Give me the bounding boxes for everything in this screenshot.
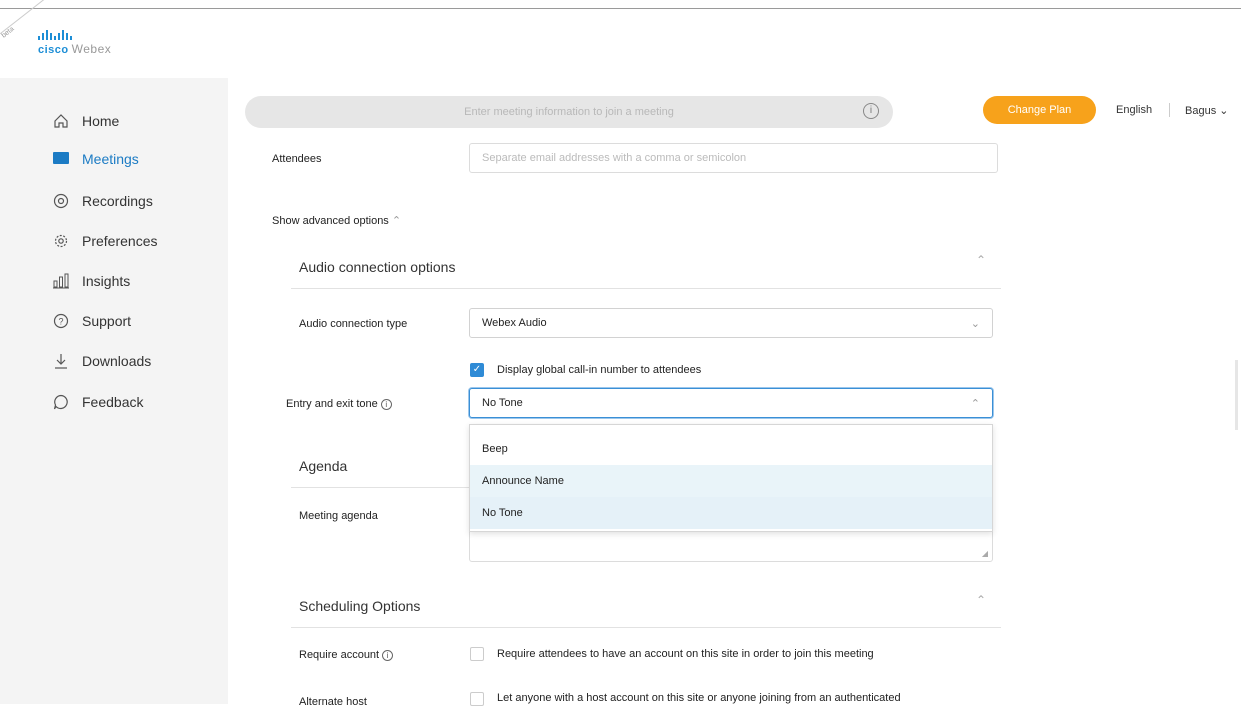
gear-icon [52,232,70,250]
attendees-placeholder: Separate email addresses with a comma or… [482,152,747,164]
meetings-icon [52,150,70,168]
collapse-audio-chevron-icon[interactable]: ⌃ [976,253,986,267]
user-menu[interactable]: Bagus ⌄ [1185,104,1228,117]
advanced-options-label: Show advanced options [272,215,389,227]
recordings-icon [52,192,70,210]
alternate-host-text: Let anyone with a host account on this s… [497,692,901,704]
sidebar-item-label: Preferences [82,233,158,249]
global-callin-label: Display global call-in number to attende… [497,364,702,376]
scrollbar[interactable] [1235,360,1238,430]
global-callin-checkbox[interactable]: ✓ [470,363,484,377]
user-name: Bagus [1185,105,1217,117]
audio-section-title: Audio connection options [299,259,456,275]
sidebar-item-preferences[interactable]: Preferences [52,230,157,252]
alternate-host-label: Alternate host [299,696,367,708]
sidebar-item-downloads[interactable]: Downloads [52,350,151,372]
advanced-options-toggle[interactable]: Show advanced options ⌃ [272,214,401,227]
info-icon[interactable]: i [382,650,394,661]
require-account-text: Require attendees to have an account on … [497,648,874,660]
resize-handle-icon[interactable]: ◢ [982,549,988,558]
attendees-input[interactable]: Separate email addresses with a comma or… [469,143,998,173]
sidebar-item-meetings[interactable]: Meetings [52,148,139,170]
scheduling-section-title: Scheduling Options [299,598,421,614]
sidebar-item-support[interactable]: ? Support [52,310,131,332]
tone-option-announce-name[interactable]: Announce Name [470,465,992,497]
svg-text:?: ? [58,317,63,327]
sidebar-item-label: Support [82,313,132,329]
logo-brand: cisco [38,44,69,56]
audio-type-value: Webex Audio [482,317,547,329]
help-icon: ? [52,312,70,330]
sidebar-item-home[interactable]: Home [52,110,119,132]
logo-product: Webex [71,42,112,56]
audio-type-label: Audio connection type [299,318,408,330]
chevron-down-icon: ⌄ [1219,105,1229,117]
info-icon[interactable]: i [380,399,392,410]
feedback-icon [52,393,70,411]
search-placeholder: Enter meeting information to join a meet… [464,106,674,118]
tone-option-beep[interactable]: Beep [470,433,992,465]
tone-option-no-tone[interactable]: No Tone [470,497,992,529]
tone-label: Entry and exit tone i [286,398,392,410]
chevron-down-icon: ⌄ [970,318,980,330]
divider [291,627,1001,628]
join-meeting-search[interactable]: Enter meeting information to join a meet… [245,96,893,128]
cisco-webex-logo: cisco Webex [38,30,111,56]
sidebar-item-label: Insights [82,273,131,289]
home-icon [52,112,70,130]
audio-type-select[interactable]: Webex Audio ⌄ [469,308,993,338]
require-account-label: Require account i [299,649,394,661]
sidebar-item-label: Meetings [82,151,139,167]
cisco-bars-icon [38,30,111,40]
language-selector[interactable]: English [1116,104,1152,116]
chevron-up-icon: ⌃ [970,398,980,410]
agenda-section-title: Agenda [299,458,348,474]
sidebar-item-recordings[interactable]: Recordings [52,190,153,212]
divider [291,487,469,488]
sidebar-item-label: Home [82,113,120,129]
insights-icon [52,272,70,290]
tone-select[interactable]: No Tone ⌃ [469,388,993,418]
sidebar-item-label: Feedback [82,394,144,410]
collapse-scheduling-chevron-icon[interactable]: ⌃ [976,593,986,607]
attendees-label: Attendees [272,153,322,165]
header-divider [1169,103,1170,117]
window-top-border [0,8,1241,9]
download-icon [52,352,70,370]
sidebar-item-label: Downloads [82,353,152,369]
tone-dropdown-menu: Beep Announce Name No Tone [469,424,993,532]
sidebar-item-insights[interactable]: Insights [52,270,130,292]
tone-value: No Tone [482,397,523,409]
chevron-up-icon: ⌃ [391,215,402,227]
sidebar-item-feedback[interactable]: Feedback [52,391,143,413]
sidebar-item-label: Recordings [82,193,153,209]
require-account-checkbox[interactable] [470,647,484,661]
divider [291,288,1001,289]
tone-label-text: Entry and exit tone [286,398,378,410]
meeting-agenda-label: Meeting agenda [299,510,378,522]
info-icon[interactable]: i [863,103,879,119]
change-plan-button[interactable]: Change Plan [983,96,1096,124]
require-account-label-text: Require account [299,649,380,661]
